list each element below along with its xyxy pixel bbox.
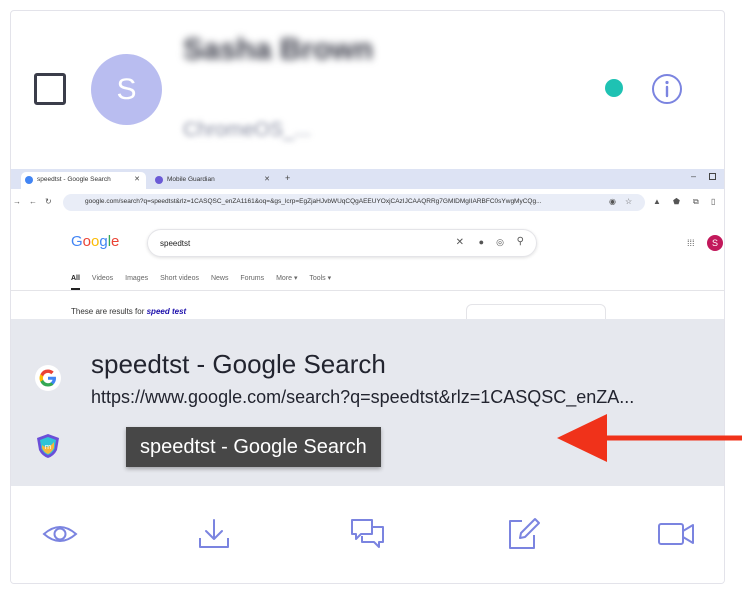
close-icon: ✕ (264, 176, 270, 183)
result-tab: Tools ▾ (309, 275, 332, 282)
browser-tab-label: speedtst - Google Search (37, 176, 111, 183)
microphone-icon: ● (478, 237, 484, 247)
browser-address-row: → ← ↻ google.com/search?q=speedtst&rlz=1… (11, 189, 724, 215)
title-tooltip: speedtst - Google Search (126, 427, 381, 467)
result-tab: All (71, 275, 80, 290)
close-icon: ✕ (134, 176, 140, 183)
result-tab: Short videos (160, 275, 199, 282)
result-tab: Images (125, 275, 149, 282)
sidepanel-icon: ▯ (711, 197, 716, 206)
divider (11, 290, 724, 291)
user-device: ChromeOS_... (183, 119, 311, 141)
apps-grid-icon: ⁞⁞⁞ (687, 238, 695, 248)
google-result-tabs: All Videos Images Short videos News Foru… (71, 274, 341, 290)
activity-card: S Sasha Brown ChromeOS_... speedtst - Go… (10, 10, 725, 584)
search-icon: ⚲ (516, 236, 524, 247)
google-search-query: speedtst (160, 239, 191, 248)
page-title: speedtst - Google Search (91, 349, 386, 379)
google-favicon-icon (25, 176, 33, 184)
result-tab: Videos (91, 275, 114, 282)
address-bar: google.com/search?q=speedtst&rlz=1CASQSC… (63, 194, 645, 211)
chat-icon[interactable] (348, 514, 388, 554)
lens-icon: ◎ (496, 237, 504, 247)
select-checkbox[interactable] (34, 73, 66, 105)
browser-tab: speedtst - Google Search ✕ (21, 172, 146, 189)
avatar: S (91, 54, 162, 125)
reload-icon: ↻ (45, 197, 52, 206)
location-icon: ◉ (609, 197, 616, 206)
svg-text:m: m (45, 443, 52, 451)
page-url[interactable]: https://www.google.com/search?q=speedtst… (91, 387, 711, 408)
side-panel-box (466, 304, 606, 319)
note-edit-icon[interactable] (502, 514, 542, 554)
google-account-avatar: S (707, 235, 723, 251)
google-icon (35, 365, 61, 391)
browser-tab-label: Mobile Guardian (167, 176, 215, 183)
star-icon: ☆ (625, 197, 633, 206)
mobile-guardian-icon: m (37, 434, 59, 458)
red-arrow-icon (557, 414, 742, 462)
google-logo: Google (71, 233, 120, 250)
forward-icon: → (13, 197, 21, 206)
clear-icon: ✕ (455, 237, 464, 248)
screenshot-thumbnail[interactable]: speedtst - Google Search ✕ Mobile Guardi… (11, 169, 724, 319)
result-tab: Forums (240, 275, 265, 282)
new-tab-icon: + (285, 173, 291, 183)
note-query: speed test (146, 307, 187, 316)
google-search-input: speedtst ✕ ● ◎ ⚲ (147, 229, 537, 257)
video-icon[interactable] (656, 514, 696, 554)
minimize-icon: – (691, 171, 697, 181)
back-icon: ← (29, 197, 37, 206)
browser-tab: Mobile Guardian ✕ (151, 172, 276, 189)
browser-tab-bar: speedtst - Google Search ✕ Mobile Guardi… (11, 169, 724, 189)
note-prefix: These are results for (71, 307, 145, 316)
online-status-dot (605, 79, 623, 97)
puzzle-icon: ⧉ (693, 197, 699, 206)
results-correction-note: These are results for speed test (71, 307, 186, 316)
result-tab: More ▾ (276, 275, 298, 282)
download-icon[interactable] (194, 514, 234, 554)
shield-extension-icon: ⬟ (673, 197, 680, 206)
eye-icon[interactable] (40, 514, 80, 554)
info-icon[interactable] (651, 73, 683, 105)
maximize-icon (709, 173, 716, 180)
action-bar (11, 486, 724, 583)
user-name: Sasha Brown (183, 33, 374, 66)
mobile-guardian-favicon-icon (155, 176, 163, 184)
extension-icon: ▲ (653, 197, 661, 206)
result-tab: News (210, 275, 229, 282)
